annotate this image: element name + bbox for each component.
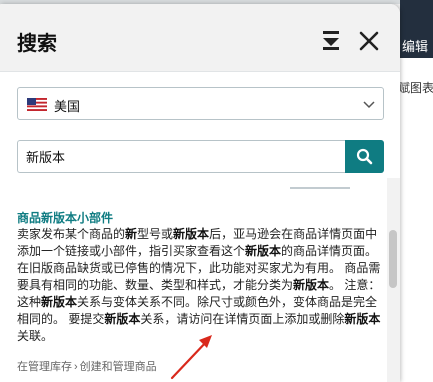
panel-header: 搜索 <box>0 4 400 72</box>
search-icon <box>356 148 373 165</box>
breadcrumb-item[interactable]: 创建和管理商品 <box>80 361 157 373</box>
snippet-text: 卖家发布某个商品的 <box>17 227 126 241</box>
close-button[interactable] <box>356 28 382 54</box>
snippet-highlight: 新版本 <box>293 278 330 292</box>
snippet-highlight: 新版本 <box>104 312 141 326</box>
result-title-link[interactable]: 商品新版本小部件 <box>17 209 113 226</box>
background-page <box>400 58 433 382</box>
snippet-text: 关系，请访问在详情页面上添加或删除 <box>140 312 345 326</box>
snippet-highlight: 新版本 <box>344 312 381 326</box>
search-panel: 搜索 美国 新版本 商品新版本小部件 卖家发布某个商品的新型号或新版本后，亚马逊… <box>0 4 400 382</box>
marketplace-select[interactable]: 美国 <box>17 87 384 120</box>
background-header <box>400 0 433 36</box>
snippet-highlight: 新 <box>125 227 138 241</box>
pin-bottom-icon <box>323 31 339 50</box>
breadcrumb-separator: › <box>74 361 78 373</box>
breadcrumb-item[interactable]: 在管理库存 <box>17 361 72 373</box>
pin-bottom-button[interactable] <box>318 28 344 54</box>
panel-title: 搜索 <box>17 33 57 55</box>
result-breadcrumb: 在管理库存 › 创建和管理商品 <box>17 358 157 374</box>
results-scrollbar[interactable] <box>387 178 400 382</box>
marketplace-value: 美国 <box>54 99 81 114</box>
search-button[interactable] <box>345 140 384 173</box>
previous-result-fragment <box>290 181 350 189</box>
snippet-highlight: 新版本 <box>173 227 210 241</box>
us-flag-icon <box>27 98 47 111</box>
chevron-down-icon <box>363 101 375 109</box>
snippet-highlight: 新版本 <box>245 244 282 258</box>
result-snippet: 卖家发布某个商品的新型号或新版本后，亚马逊会在商品详情页面中添加一个链接或小部件… <box>17 226 382 345</box>
scrollbar-thumb[interactable] <box>389 230 397 288</box>
search-input[interactable] <box>17 140 345 173</box>
snippet-text: 型号或 <box>137 227 174 241</box>
close-icon <box>359 31 379 51</box>
background-link[interactable]: 赋图表 <box>398 79 433 96</box>
snippet-text: 关联。 <box>17 329 54 343</box>
search-results: 商品新版本小部件 卖家发布某个商品的新型号或新版本后，亚马逊会在商品详情页面中添… <box>0 178 387 382</box>
background-edit-button[interactable]: 编辑 <box>398 36 433 58</box>
snippet-highlight: 新版本 <box>41 295 78 309</box>
